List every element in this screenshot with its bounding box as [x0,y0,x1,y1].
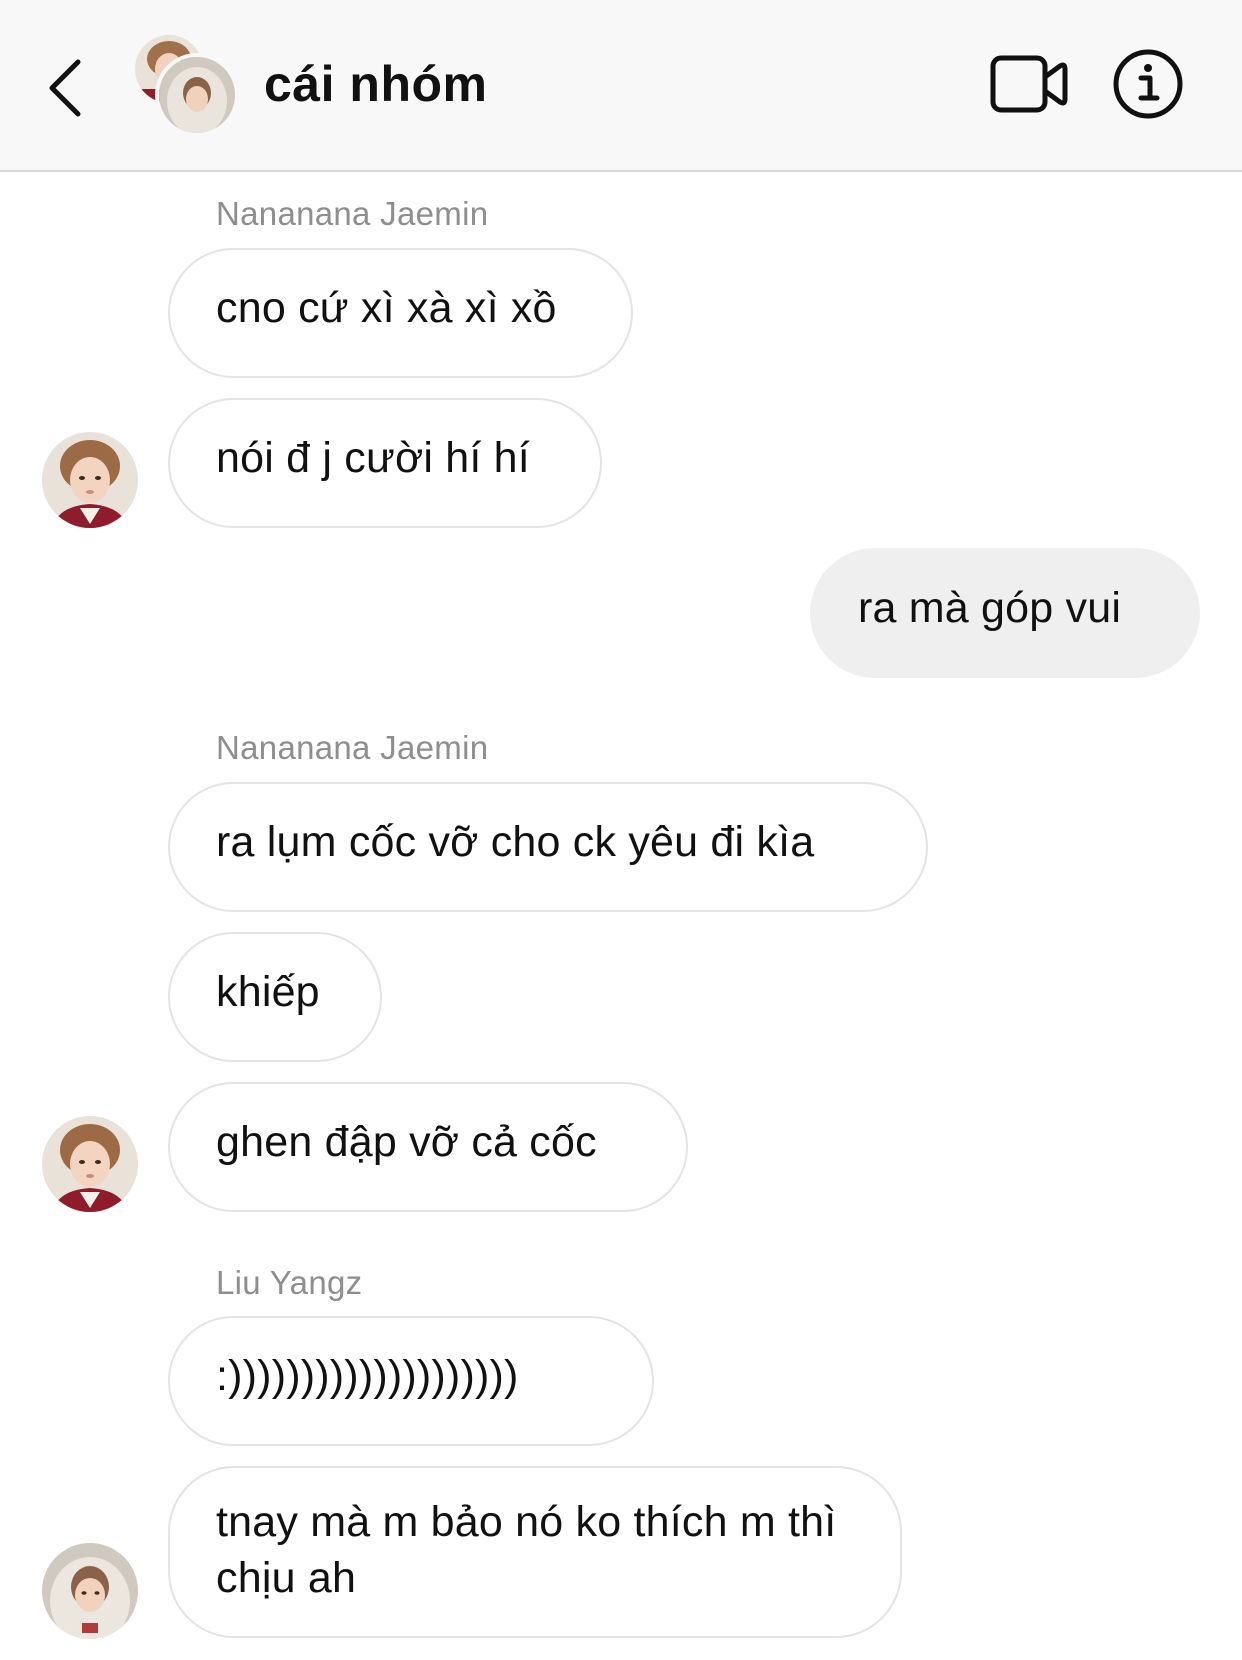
avatar[interactable] [42,432,138,528]
message-bubble[interactable]: ghen đập vỡ cả cốc [168,1082,688,1212]
message-bubble[interactable]: khiếp [168,932,382,1062]
message-text: nói đ j cười hí hí [216,434,530,482]
chat-header: cái nhóm [0,0,1242,172]
back-button[interactable] [38,48,98,128]
info-icon [1113,49,1183,119]
video-camera-icon [990,55,1068,113]
conversation-title: cái nhóm [264,56,488,112]
message-bubble[interactable]: tnay mà m bảo nó ko thích m thì chịu ah [168,1466,902,1638]
info-button[interactable] [1112,48,1184,120]
message-text: ghen đập vỡ cả cốc [216,1118,597,1166]
sender-name: Nananana Jaemin [216,195,489,232]
message-text: tnay mà m bảo nó ko thích m thì chịu ah [216,1498,837,1602]
message-text: khiếp [216,968,320,1016]
message-bubble[interactable]: cno cứ xì xà xì xồ [168,248,633,378]
message-text: :)))))))))))))))))))) [216,1352,519,1400]
sender-name: Liu Yangz [216,1264,363,1301]
avatar[interactable] [42,1116,138,1212]
message-bubble[interactable]: ra lụm cốc vỡ cho ck yêu đi kìa [168,782,928,912]
message-text: ra mà góp vui [858,584,1122,632]
message-text: cno cứ xì xà xì xồ [216,284,557,332]
chevron-left-icon [49,59,81,117]
group-avatar[interactable] [135,35,245,140]
message-bubble[interactable]: nói đ j cười hí hí [168,398,602,528]
avatar[interactable] [42,1543,138,1639]
message-bubble[interactable]: :)))))))))))))))))))) [168,1316,654,1446]
member-avatar-yangyang [155,53,239,137]
message-bubble-outgoing[interactable]: ra mà góp vui [810,548,1200,678]
video-call-button[interactable] [990,50,1070,120]
message-text: ra lụm cốc vỡ cho ck yêu đi kìa [216,818,815,866]
sender-name: Nananana Jaemin [216,729,489,766]
